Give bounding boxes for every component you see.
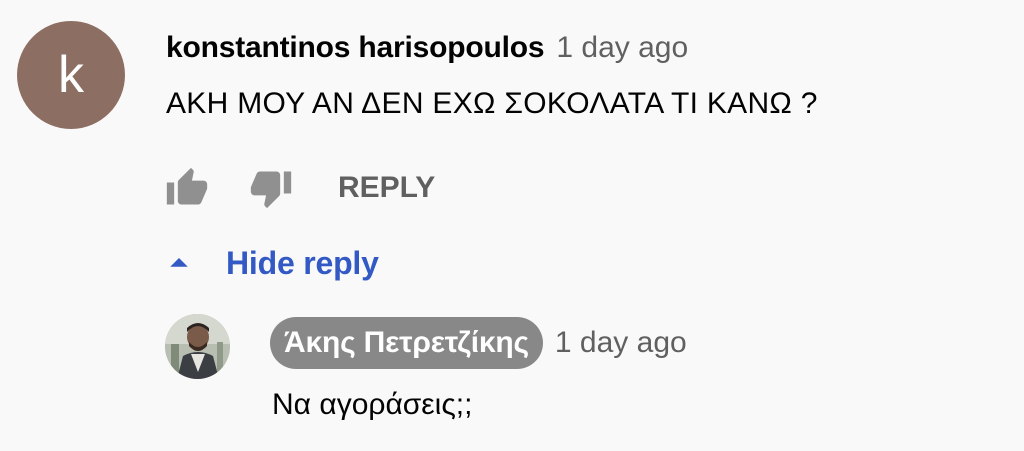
reply-author-avatar[interactable] xyxy=(165,314,230,379)
reply-header: Άκης Πετρετζίκης 1 day ago xyxy=(270,317,687,369)
comment-author[interactable]: konstantinos harisopoulos xyxy=(166,31,545,65)
reply-text: Να αγοράσεις;; xyxy=(272,388,473,421)
like-button[interactable] xyxy=(164,165,210,211)
reply-button[interactable]: REPLY xyxy=(338,171,435,205)
dislike-button[interactable] xyxy=(248,165,294,211)
comment-thread: k konstantinos harisopoulos 1 day ago ΑΚ… xyxy=(0,0,1024,451)
comment-action-bar: REPLY xyxy=(164,165,435,211)
comment-text: ΑΚΗ ΜΟΥ ΑΝ ΔΕΝ ΕΧΩ ΣΟΚΟΛΑΤΑ ΤΙ ΚΑΝΩ ? xyxy=(166,87,818,120)
avatar-letter: k xyxy=(58,46,84,104)
caret-up-icon xyxy=(170,258,188,267)
reply-author-badge[interactable]: Άκης Πετρετζίκης xyxy=(270,317,543,369)
hide-replies-toggle[interactable]: Hide reply xyxy=(164,240,379,286)
comment-header: konstantinos harisopoulos 1 day ago xyxy=(166,28,688,68)
reply-avatar-photo xyxy=(165,314,230,379)
hide-replies-label: Hide reply xyxy=(226,244,379,281)
commenter-avatar[interactable]: k xyxy=(17,21,125,129)
reply-timestamp[interactable]: 1 day ago xyxy=(555,326,687,360)
thumbs-down-icon xyxy=(250,171,292,209)
comment-timestamp[interactable]: 1 day ago xyxy=(556,31,688,65)
thumbs-up-icon xyxy=(166,167,208,205)
